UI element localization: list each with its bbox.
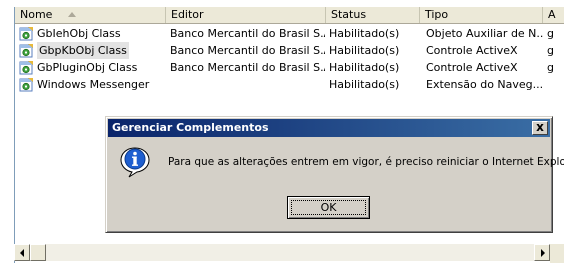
- cell-name: Windows Messenger: [19, 76, 166, 93]
- cell-status: Habilitado(s): [329, 44, 400, 57]
- column-header-label: Tipo: [425, 8, 449, 21]
- cell-editor: Banco Mercantil do Brasil S.A.: [170, 44, 325, 57]
- table-row[interactable]: Windows Messenger Habilitado(s) Extensão d…: [15, 76, 564, 93]
- dialog-titlebar[interactable]: Gerenciar Complementos x: [108, 119, 550, 137]
- arrow-right-icon: [541, 249, 545, 257]
- column-header-extra[interactable]: A: [543, 7, 564, 23]
- column-header-label: Status: [331, 8, 367, 21]
- scroll-thumb[interactable]: [30, 244, 46, 261]
- table-row[interactable]: GbPluginObj Class Banco Mercantil do Bras…: [15, 59, 564, 76]
- cell-type: Objeto Auxiliar de N...: [426, 27, 543, 40]
- dialog-title: Gerenciar Complementos: [112, 121, 269, 134]
- close-icon: x: [536, 120, 544, 134]
- table-row[interactable]: GbIehObj Class Banco Mercantil do Brasil …: [15, 25, 564, 42]
- column-header-nome[interactable]: Nome: [15, 7, 166, 23]
- cell-editor: Banco Mercantil do Brasil S.A.: [170, 61, 325, 74]
- addon-name: GbIehObj Class: [37, 27, 121, 40]
- column-header-label: A: [548, 8, 556, 21]
- table-row[interactable]: GbpKbObj Class Banco Mercantil do Brasil …: [15, 42, 564, 59]
- close-button[interactable]: x: [532, 121, 548, 135]
- cell-type: Controle ActiveX: [426, 44, 518, 57]
- dialog-message: Para que as alterações entrem em vigor, …: [168, 156, 564, 168]
- cell-type: Controle ActiveX: [426, 61, 518, 74]
- column-header-status[interactable]: Status: [326, 7, 420, 23]
- column-header-editor[interactable]: Editor: [166, 7, 326, 23]
- scroll-right-button[interactable]: [534, 244, 550, 261]
- column-header-label: Editor: [171, 8, 204, 21]
- arrow-left-icon: [20, 249, 24, 257]
- column-header-tipo[interactable]: Tipo: [420, 7, 543, 23]
- cell-name: GbIehObj Class: [19, 25, 166, 42]
- cell-editor: [170, 76, 325, 93]
- scroll-left-button[interactable]: [14, 244, 30, 261]
- addon-gear-icon: [19, 78, 33, 92]
- cell-status: Habilitado(s): [329, 61, 400, 74]
- cell-editor: Banco Mercantil do Brasil S.A.: [170, 27, 325, 40]
- addon-name: GbpKbObj Class: [37, 42, 129, 59]
- addon-name: Windows Messenger: [37, 78, 150, 91]
- cell-status: Habilitado(s): [329, 78, 400, 91]
- focus-rect: [291, 200, 366, 215]
- scrollbar-corner: [550, 244, 564, 263]
- ok-button[interactable]: OK: [287, 196, 370, 219]
- cell-extra: g: [547, 61, 554, 74]
- cell-name: GbpKbObj Class: [19, 42, 166, 59]
- addon-gear-icon: [19, 44, 33, 58]
- cell-extra: g: [547, 44, 554, 57]
- horizontal-scrollbar[interactable]: [14, 244, 550, 261]
- addon-gear-icon: [19, 27, 33, 41]
- information-icon: [120, 147, 150, 178]
- cell-type: Extensão do Naveg...: [426, 78, 543, 91]
- sort-ascending-icon: [68, 11, 77, 17]
- cell-extra: [547, 76, 564, 93]
- cell-status: Habilitado(s): [329, 27, 400, 40]
- addon-gear-icon: [19, 61, 33, 75]
- list-header: Nome Editor Status Tipo A: [15, 7, 564, 24]
- cell-name: GbPluginObj Class: [19, 59, 166, 76]
- restart-dialog: Gerenciar Complementos x Para que as alt…: [105, 116, 564, 233]
- addon-name: GbPluginObj Class: [37, 61, 138, 74]
- column-header-label: Nome: [20, 8, 53, 21]
- cell-extra: g: [547, 27, 554, 40]
